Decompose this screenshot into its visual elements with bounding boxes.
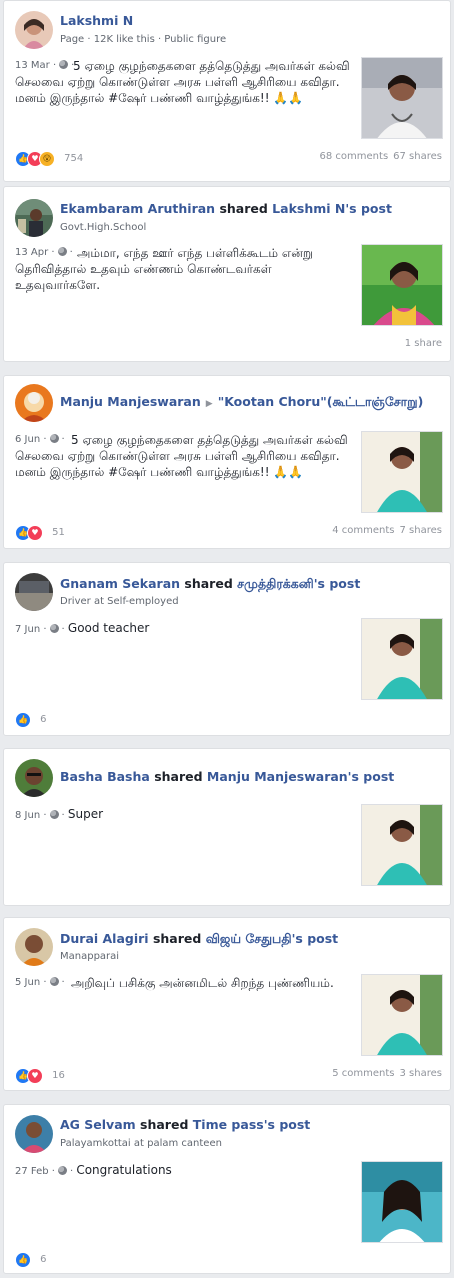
author-name[interactable]: AG Selvam (60, 1117, 136, 1132)
author-name[interactable]: Ekambaram Aruthiran (60, 201, 215, 216)
reactions[interactable]: 👍 ♥ 😮 754 (15, 148, 83, 167)
avatar[interactable] (15, 928, 53, 966)
reaction-count[interactable]: 754 (64, 153, 83, 164)
shared-post-link[interactable]: Manju Manjeswaran's post (207, 769, 394, 784)
post-stats: 5 comments 3 shares (332, 1068, 442, 1079)
post-text: 5 ஏழை குழந்தைகளை தத்தெடுத்து அவர்கள் கல்… (15, 433, 348, 479)
reaction-count[interactable]: 6 (40, 714, 46, 725)
shared-label: shared (219, 201, 268, 216)
reactions[interactable]: 👍 6 (15, 709, 46, 728)
post-text: அறிவுப் பசிக்கு அன்னமிடல் சிறந்த புண்ணிய… (71, 976, 334, 990)
post-text: Super (67, 807, 104, 821)
shared-label: shared (152, 931, 202, 946)
post-header: Gnanam Sekaran shared சமுத்திரக்கனி's po… (60, 576, 360, 593)
shared-label: shared (154, 769, 203, 784)
post-meta: 8 Jun · · Super (15, 807, 104, 821)
love-icon: ♥ (27, 524, 43, 541)
author-name[interactable]: Gnanam Sekaran (60, 576, 180, 591)
shared-post-link[interactable]: விஜய் சேதுபதி's post (206, 931, 338, 946)
reaction-count[interactable]: 6 (40, 1254, 46, 1265)
post-card: Ekambaram Aruthiran shared Lakshmi N's p… (3, 186, 451, 362)
post-meta: 27 Feb · · Congratulations (15, 1163, 172, 1177)
like-icon: 👍 (15, 1251, 31, 1268)
shared-post-link[interactable]: Time pass's post (193, 1117, 311, 1132)
page-subtitle: Page · 12K like this · Public figure (60, 34, 227, 45)
post-text: அம்மா, எந்த ஊர் எந்த பள்ளிக்கூடம் என்று … (15, 246, 313, 292)
avatar[interactable] (15, 384, 53, 422)
shared-post-link[interactable]: Lakshmi N's post (272, 201, 392, 216)
post-text: 5 ஏழை குழந்தைகளை தத்தெடுத்து அவர்கள் கல்… (15, 59, 350, 105)
news-feed: Lakshmi N Page · 12K like this · Public … (0, 0, 454, 1278)
shares-count[interactable]: 7 shares (400, 525, 442, 536)
author-subtitle: Govt.High.School (60, 222, 147, 233)
post-meta: 7 Jun · · Good teacher (15, 621, 150, 635)
globe-icon (49, 624, 59, 633)
avatar[interactable] (15, 1115, 53, 1153)
arrow-right-icon: ▶ (205, 399, 213, 409)
author-name[interactable]: Manju Manjeswaran (60, 394, 201, 409)
post-header: Manju Manjeswaran ▶ "Kootan Choru"(கூட்டாஞ… (60, 394, 423, 411)
shares-count[interactable]: 1 share (405, 338, 442, 349)
post-date[interactable]: 8 Jun (15, 810, 40, 821)
post-card: Basha Basha shared Manju Manjeswaran's p… (3, 748, 451, 906)
author-name[interactable]: Basha Basha (60, 769, 150, 784)
post-card: Manju Manjeswaran ▶ "Kootan Choru"(கூட்டாஞ… (3, 375, 451, 549)
post-header: Durai Alagiri shared விஜய் சேதுபதி's pos… (60, 931, 338, 948)
post-date[interactable]: 7 Jun (15, 624, 40, 635)
post-image[interactable] (361, 618, 443, 700)
shared-label: shared (184, 576, 233, 591)
shares-count[interactable]: 67 shares (393, 151, 442, 162)
post-header: Lakshmi N (60, 13, 133, 28)
post-image[interactable] (361, 57, 443, 139)
post-card: Durai Alagiri shared விஜய் சேதுபதி's pos… (3, 917, 451, 1091)
comments-count[interactable]: 4 comments (332, 525, 394, 536)
post-text: Good teacher (67, 621, 150, 635)
shared-label: shared (140, 1117, 189, 1132)
reactions[interactable]: 👍 ♥ 16 (15, 1065, 65, 1084)
post-card: Gnanam Sekaran shared சமுத்திரக்கனி's po… (3, 562, 451, 736)
post-image[interactable] (361, 244, 443, 326)
avatar[interactable] (15, 573, 53, 611)
post-image[interactable] (361, 1161, 443, 1243)
post-image[interactable] (361, 431, 443, 513)
author-subtitle: Palayamkottai at palam canteen (60, 1138, 222, 1149)
post-stats: 1 share (405, 338, 442, 349)
author-subtitle: Driver at Self-employed (60, 596, 179, 607)
love-icon: ♥ (27, 1067, 43, 1084)
post-text: Congratulations (76, 1163, 172, 1177)
avatar[interactable] (15, 759, 53, 797)
wow-icon: 😮 (39, 150, 55, 167)
post-stats: 68 comments 67 shares (320, 151, 442, 162)
post-stats: 4 comments 7 shares (332, 525, 442, 536)
globe-icon (49, 810, 59, 819)
post-image[interactable] (361, 974, 443, 1056)
comments-count[interactable]: 68 comments (320, 151, 389, 162)
group-link[interactable]: "Kootan Choru"(கூட்டாஞ்சோறு) (218, 394, 424, 409)
globe-icon (57, 1166, 67, 1175)
post-card: AG Selvam shared Time pass's post Palaya… (3, 1104, 451, 1274)
post-image[interactable] (361, 804, 443, 886)
avatar[interactable] (15, 199, 53, 237)
comments-count[interactable]: 5 comments (332, 1068, 394, 1079)
reaction-count[interactable]: 51 (52, 527, 65, 538)
author-subtitle: Manapparai (60, 951, 120, 962)
like-icon: 👍 (15, 711, 31, 728)
author-name[interactable]: Durai Alagiri (60, 931, 149, 946)
shared-post-link[interactable]: சமுத்திரக்கனி's post (237, 576, 360, 591)
post-header: Ekambaram Aruthiran shared Lakshmi N's p… (60, 201, 392, 216)
post-date[interactable]: 27 Feb (15, 1166, 49, 1177)
reaction-count[interactable]: 16 (52, 1070, 65, 1081)
reactions[interactable]: 👍 6 (15, 1249, 46, 1268)
post-header: Basha Basha shared Manju Manjeswaran's p… (60, 769, 394, 784)
post-header: AG Selvam shared Time pass's post (60, 1117, 310, 1132)
shares-count[interactable]: 3 shares (400, 1068, 442, 1079)
reactions[interactable]: 👍 ♥ 51 (15, 522, 65, 541)
post-card: Lakshmi N Page · 12K like this · Public … (3, 0, 451, 182)
author-name[interactable]: Lakshmi N (60, 13, 133, 28)
avatar[interactable] (15, 11, 53, 49)
